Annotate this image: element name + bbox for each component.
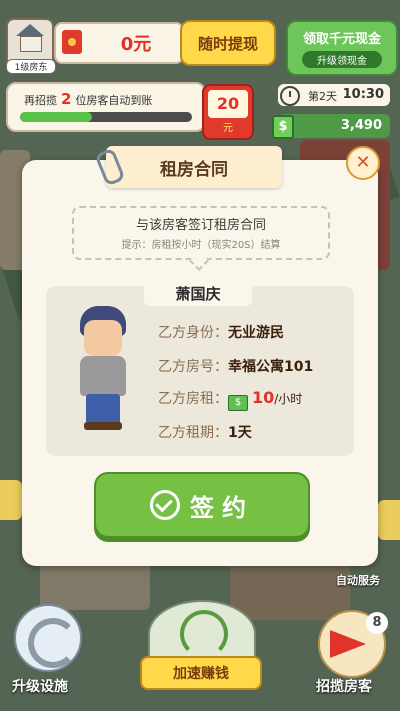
prompt-bubble: 与该房客签订租房合同 提示：房租按小时（现实20S）结算 — [72, 206, 330, 260]
auto-service-label[interactable]: 自动服务 — [336, 572, 380, 588]
recruit-needed: 2 — [61, 90, 72, 108]
reward-amount: 20 — [208, 90, 248, 118]
red-envelope-icon — [62, 30, 82, 54]
identity-row: 乙方身份：无业游民 — [158, 322, 284, 342]
reward-unit: 元 — [223, 123, 233, 134]
room-label: 乙方房号： — [158, 359, 228, 375]
claim-cash-button[interactable]: 领取千元现金 升级领现金 — [286, 20, 398, 76]
room-row: 乙方房号：幸福公寓101 — [158, 356, 313, 376]
reward-badge[interactable]: 20 元 — [202, 84, 254, 140]
term-row: 乙方租期：1天 — [158, 422, 252, 442]
room-value: 幸福公寓101 — [228, 359, 314, 375]
recruit-suffix: 位房客自动到账 — [75, 94, 153, 107]
sign-button[interactable]: 签约 — [94, 472, 310, 538]
rent-unit: /小时 — [274, 392, 303, 406]
house-icon — [16, 24, 44, 36]
upgrade-facility-label[interactable]: 升级设施 — [12, 676, 68, 696]
house-level-label: 1级房东 — [6, 59, 56, 74]
recruit-progress-panel: 再招揽 2 位房客自动到账 — [6, 82, 206, 132]
sign-label: 签约 — [190, 493, 254, 522]
money-display: $ 3,490 — [272, 114, 390, 139]
cash-value: 0元 — [120, 34, 152, 55]
term-value: 1天 — [228, 425, 252, 441]
money-value: 3,490 — [340, 118, 382, 133]
claim-cash-sub: 升级领现金 — [302, 51, 382, 68]
day-label: 第2天 — [308, 90, 337, 103]
close-button[interactable]: ✕ — [346, 146, 380, 180]
speedometer-icon — [180, 610, 228, 658]
claim-cash-title: 领取千元现金 — [302, 32, 381, 47]
prompt-text: 与该房客签订租房合同 — [135, 218, 266, 233]
term-label: 乙方租期： — [158, 425, 228, 441]
recruit-count-badge: 8 — [366, 612, 388, 634]
dialog-title: 租房合同 — [106, 146, 282, 188]
identity-value: 无业游民 — [228, 325, 284, 341]
rent-row: 乙方房租： $10/小时 — [158, 388, 302, 411]
day-time-display: 第2天 10:30 — [278, 84, 390, 106]
recruit-prefix: 再招揽 — [24, 94, 57, 107]
hint-text: 提示：房租按小时（现实20S）结算 — [121, 240, 281, 251]
upgrade-facility-button[interactable] — [14, 604, 82, 672]
wrench-icon — [28, 618, 78, 668]
cash-display: 0元 — [54, 22, 184, 64]
recruit-progress-bar — [20, 112, 192, 122]
recruit-tenant-label[interactable]: 招揽房客 — [316, 676, 372, 696]
rent-label: 乙方房租： — [158, 391, 228, 407]
side-button-fragment[interactable] — [0, 480, 22, 520]
megaphone-icon — [330, 630, 366, 658]
tenant-avatar — [70, 300, 140, 436]
tenant-name: 萧国庆 — [144, 280, 252, 306]
cash-icon: $ — [228, 395, 248, 411]
recruit-progress-fill — [20, 112, 93, 122]
time-label: 10:30 — [342, 87, 384, 102]
speed-up-label[interactable]: 加速赚钱 — [140, 656, 262, 690]
house-level-button[interactable]: 1级房东 — [6, 18, 56, 74]
withdraw-button[interactable]: 随时提现 — [180, 20, 276, 66]
clock-icon — [280, 86, 300, 106]
identity-label: 乙方身份： — [158, 325, 228, 341]
side-button-fragment[interactable] — [378, 500, 400, 540]
check-circle-icon — [150, 490, 180, 520]
dollar-icon: $ — [272, 115, 294, 139]
rent-value: 10 — [252, 388, 275, 407]
